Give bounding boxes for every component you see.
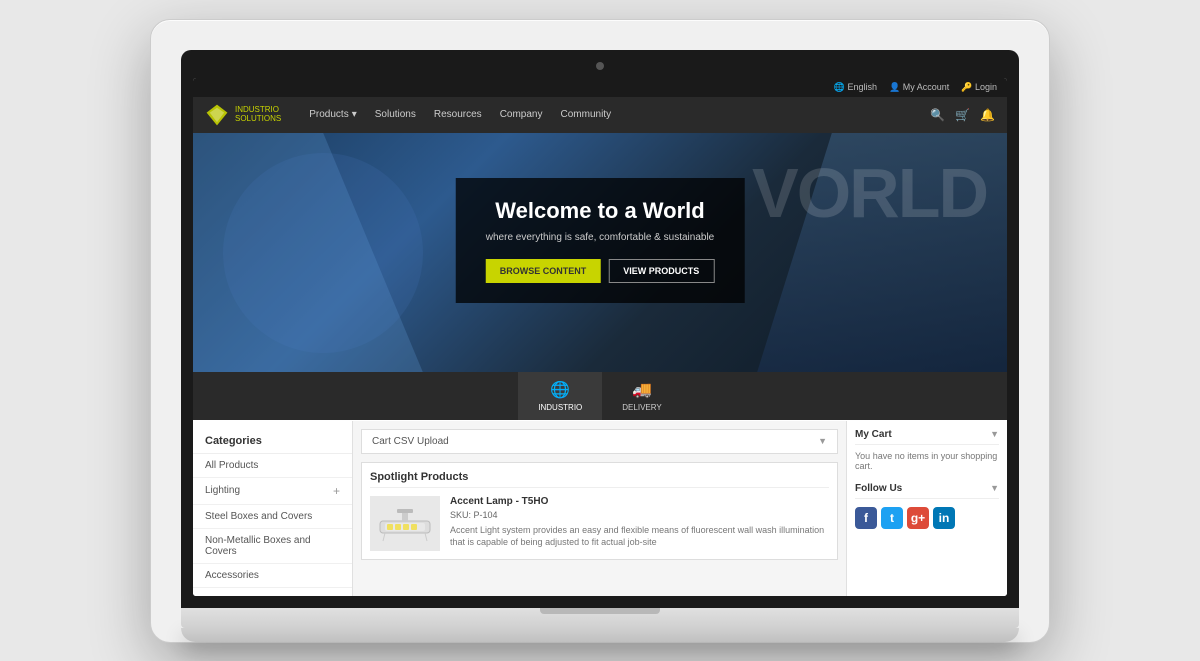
hero-buttons: BROWSE CONTENT VIEW PRODUCTS [486,259,715,283]
tab-industrio-label: INDUSTRIO [538,403,582,412]
nav-products[interactable]: Products ▾ [301,97,365,133]
cart-icon[interactable]: 🛒 [955,108,970,122]
top-bar: 🌐 English 👤 My Account 🔑 Login [193,78,1007,97]
cart-section: My Cart ▼ You have no items in your shop… [855,429,999,471]
follow-section: Follow Us ▼ f t g+ in [855,483,999,529]
center-column: Cart CSV Upload ▼ Spotlight Products [353,421,847,596]
login-label: 🔑 Login [961,82,997,93]
tabs-row: 🌐 INDUSTRIO 🚚 DELIVERY [193,372,1007,420]
expand-icon: + [333,484,340,498]
twitter-icon[interactable]: t [881,507,903,529]
logo-icon [205,103,229,127]
laptop-frame: 🌐 English 👤 My Account 🔑 Login [150,19,1050,643]
language-label: 🌐 English [834,82,877,93]
view-products-button[interactable]: VIEW PRODUCTS [608,259,714,283]
sidebar: Categories All Products Lighting + Steel… [193,421,353,596]
hero-title: Welcome to a World [486,198,715,224]
hero-subtitle: where everything is safe, comfortable & … [486,232,715,243]
hero-section: VORLD Welcome to a World where everythin… [193,133,1007,373]
notification-icon[interactable]: 🔔 [980,108,995,122]
product-description: Accent Light system provides an easy and… [450,524,829,549]
product-row: Accent Lamp - T5HO SKU: P-104 Accent Lig… [370,496,829,551]
nav-company[interactable]: Company [492,97,551,133]
sidebar-item-lighting[interactable]: Lighting + [193,478,352,505]
spotlight-title: Spotlight Products [370,471,829,488]
account-link[interactable]: 👤 My Account [889,82,949,93]
nav-actions: 🔍 🛒 🔔 [930,108,995,122]
laptop-foot [181,628,1019,642]
hero-deco-text: VORLD [752,153,987,233]
right-column: My Cart ▼ You have no items in your shop… [847,421,1007,596]
tab-delivery[interactable]: 🚚 DELIVERY [602,372,681,420]
social-icons: f t g+ in [855,507,999,529]
chevron-down-icon: ▾ [352,109,357,120]
screen: 🌐 English 👤 My Account 🔑 Login [193,78,1007,596]
cart-empty-message: You have no items in your shopping cart. [855,451,999,471]
delivery-icon: 🚚 [632,380,652,400]
nav-resources[interactable]: Resources [426,97,490,133]
nav-community[interactable]: Community [553,97,620,133]
csv-chevron-icon: ▼ [818,436,827,446]
product-image [370,496,440,551]
sidebar-item-nonmetallic-boxes[interactable]: Non-Metallic Boxes and Covers [193,529,352,564]
spotlight-section: Spotlight Products [361,462,838,560]
follow-chevron-icon: ▼ [990,483,999,493]
screen-bezel: 🌐 English 👤 My Account 🔑 Login [181,50,1019,608]
cart-chevron-icon: ▼ [990,429,999,439]
sidebar-item-steel-boxes[interactable]: Steel Boxes and Covers [193,505,352,529]
logo[interactable]: INDUSTRIO SOLUTIONS [205,103,281,127]
product-info: Accent Lamp - T5HO SKU: P-104 Accent Lig… [450,496,829,551]
logo-text: INDUSTRIO SOLUTIONS [235,106,281,124]
login-link[interactable]: 🔑 Login [961,82,997,93]
industrio-icon: 🌐 [550,380,570,400]
sidebar-item-accessories[interactable]: Accessories [193,564,352,588]
csv-upload-row[interactable]: Cart CSV Upload ▼ [361,429,838,454]
cart-header: My Cart ▼ [855,429,999,445]
language-selector[interactable]: 🌐 English [834,82,877,93]
tab-delivery-label: DELIVERY [622,403,661,412]
tab-industrio[interactable]: 🌐 INDUSTRIO [518,372,602,420]
laptop-base [181,608,1019,628]
hero-shape-circle [223,153,423,353]
facebook-icon[interactable]: f [855,507,877,529]
nav-bar: INDUSTRIO SOLUTIONS Products ▾ Solutions… [193,97,1007,133]
hero-content: Welcome to a World where everything is s… [456,178,745,303]
follow-title: Follow Us [855,483,902,494]
google-plus-icon[interactable]: g+ [907,507,929,529]
search-icon[interactable]: 🔍 [930,108,945,122]
browse-content-button[interactable]: BROWSE CONTENT [486,259,601,283]
cart-title: My Cart [855,429,892,440]
sidebar-item-all-products[interactable]: All Products [193,454,352,478]
sidebar-title: Categories [193,429,352,454]
nav-links: Products ▾ Solutions Resources Company C… [301,97,930,133]
product-name: Accent Lamp - T5HO [450,496,829,507]
nav-solutions[interactable]: Solutions [367,97,424,133]
product-sku: SKU: P-104 [450,510,829,520]
csv-upload-label: Cart CSV Upload [372,436,449,447]
account-label: 👤 My Account [889,82,949,93]
linkedin-icon[interactable]: in [933,507,955,529]
follow-header: Follow Us ▼ [855,483,999,499]
lamp-svg [375,501,435,546]
main-content: Categories All Products Lighting + Steel… [193,421,1007,596]
